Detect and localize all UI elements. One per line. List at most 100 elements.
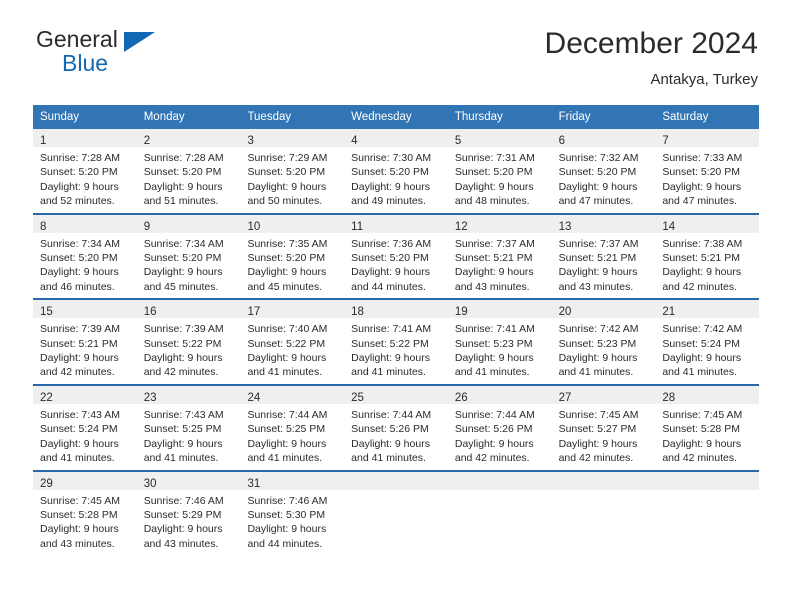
day-cell[interactable]: 17 Sunrise: 7:40 AM Sunset: 5:22 PM Dayl…: [240, 300, 345, 384]
daylight-text-line1: Daylight: 9 hours: [143, 437, 223, 450]
sunset-text: Sunset: 5:22 PM: [247, 337, 326, 350]
daylight-text-line1: Daylight: 9 hours: [247, 352, 327, 365]
daylight-text-line2: and 42 minutes.: [558, 452, 634, 465]
day-number: 16: [143, 306, 157, 319]
day-cell[interactable]: 6 Sunrise: 7:32 AM Sunset: 5:20 PM Dayli…: [551, 129, 656, 213]
day-number: 5: [454, 135, 462, 147]
day-number-band: 23: [136, 385, 241, 404]
day-cell[interactable]: 4 Sunrise: 7:30 AM Sunset: 5:20 PM Dayli…: [344, 129, 448, 213]
day-cell[interactable]: 10 Sunrise: 7:35 AM Sunset: 5:20 PM Dayl…: [240, 214, 345, 299]
day-cell[interactable]: 16 Sunrise: 7:39 AM Sunset: 5:22 PM Dayl…: [136, 300, 241, 384]
day-cell[interactable]: 9 Sunrise: 7:34 AM Sunset: 5:20 PM Dayli…: [136, 214, 241, 299]
day-cell[interactable]: 8 Sunrise: 7:34 AM Sunset: 5:20 PM Dayli…: [33, 214, 137, 299]
sunrise-text: Sunrise: 7:45 AM: [558, 408, 639, 421]
daylight-text-line2: and 43 minutes.: [143, 537, 219, 550]
day-number: 29: [40, 477, 53, 490]
day-cell[interactable]: 29 Sunrise: 7:45 AM Sunset: 5:28 PM Dayl…: [33, 471, 137, 556]
daylight-text-line2: and 44 minutes.: [351, 280, 426, 293]
day-number-band: 21: [655, 300, 760, 319]
day-cell[interactable]: 31 Sunrise: 7:46 AM Sunset: 5:30 PM Dayl…: [240, 471, 345, 556]
daylight-text-line1: Daylight: 9 hours: [247, 266, 327, 279]
day-details: Sunrise: 7:36 AM Sunset: 5:20 PM Dayligh…: [344, 233, 448, 299]
day-number-band: 13: [551, 214, 656, 233]
day-number-band: [655, 471, 760, 490]
day-number: 10: [247, 220, 261, 233]
day-cell[interactable]: 3 Sunrise: 7:29 AM Sunset: 5:20 PM Dayli…: [240, 129, 345, 213]
day-cell[interactable]: 25 Sunrise: 7:44 AM Sunset: 5:26 PM Dayl…: [344, 385, 448, 470]
daylight-text-line1: Daylight: 9 hours: [40, 266, 119, 279]
day-details: Sunrise: 7:42 AM Sunset: 5:24 PM Dayligh…: [655, 318, 759, 384]
sunset-text: Sunset: 5:20 PM: [662, 166, 740, 179]
daylight-text-line2: and 45 minutes.: [247, 280, 323, 293]
sunset-text: Sunset: 5:20 PM: [247, 166, 326, 179]
day-details: Sunrise: 7:44 AM Sunset: 5:25 PM Dayligh…: [240, 404, 344, 470]
day-details: Sunrise: 7:37 AM Sunset: 5:21 PM Dayligh…: [448, 233, 552, 299]
sunrise-text: Sunrise: 7:45 AM: [40, 494, 120, 507]
day-details: [655, 490, 759, 548]
daylight-text-line1: Daylight: 9 hours: [351, 437, 430, 450]
daylight-text-line1: Daylight: 9 hours: [351, 352, 430, 365]
day-number-band: 30: [136, 471, 241, 490]
day-cell[interactable]: 13 Sunrise: 7:37 AM Sunset: 5:21 PM Dayl…: [551, 214, 656, 299]
sunrise-text: Sunrise: 7:36 AM: [351, 237, 432, 250]
day-cell[interactable]: 28 Sunrise: 7:45 AM Sunset: 5:28 PM Dayl…: [655, 385, 760, 470]
daylight-text-line1: Daylight: 9 hours: [454, 437, 534, 450]
daylight-text-line1: Daylight: 9 hours: [143, 180, 223, 193]
day-cell[interactable]: 22 Sunrise: 7:43 AM Sunset: 5:24 PM Dayl…: [33, 385, 137, 470]
daylight-text-line2: and 44 minutes.: [247, 537, 323, 550]
sunrise-text: Sunrise: 7:28 AM: [40, 152, 120, 164]
day-cell[interactable]: 30 Sunrise: 7:46 AM Sunset: 5:29 PM Dayl…: [136, 471, 241, 556]
day-number: 3: [247, 135, 254, 147]
day-cell[interactable]: 7 Sunrise: 7:33 AM Sunset: 5:20 PM Dayli…: [655, 129, 760, 213]
daylight-text-line1: Daylight: 9 hours: [143, 523, 223, 536]
day-cell[interactable]: 2 Sunrise: 7:28 AM Sunset: 5:20 PM Dayli…: [136, 129, 241, 213]
daylight-text-line2: and 41 minutes.: [454, 366, 530, 379]
day-cell[interactable]: 21 Sunrise: 7:42 AM Sunset: 5:24 PM Dayl…: [655, 300, 760, 384]
sunset-text: Sunset: 5:21 PM: [454, 252, 533, 265]
daylight-text-line2: and 42 minutes.: [454, 452, 530, 465]
day-cell[interactable]: 15 Sunrise: 7:39 AM Sunset: 5:21 PM Dayl…: [33, 300, 137, 384]
day-cell[interactable]: 26 Sunrise: 7:44 AM Sunset: 5:26 PM Dayl…: [447, 385, 552, 470]
sunset-text: Sunset: 5:24 PM: [40, 423, 118, 436]
daylight-text-line1: Daylight: 9 hours: [143, 352, 223, 365]
sunrise-text: Sunrise: 7:41 AM: [351, 323, 432, 336]
sunset-text: Sunset: 5:22 PM: [351, 337, 429, 350]
day-number: 8: [40, 220, 47, 233]
day-cell[interactable]: 23 Sunrise: 7:43 AM Sunset: 5:25 PM Dayl…: [136, 385, 241, 470]
day-number-band: 6: [551, 129, 656, 147]
daylight-text-line1: Daylight: 9 hours: [40, 437, 119, 450]
weekday-header-tuesday: Tuesday: [247, 111, 292, 123]
sunset-text: Sunset: 5:20 PM: [40, 252, 118, 265]
day-cell[interactable]: 27 Sunrise: 7:45 AM Sunset: 5:27 PM Dayl…: [551, 385, 656, 470]
brand-logo[interactable]: General Blue: [33, 26, 253, 88]
daylight-text-line2: and 41 minutes.: [351, 366, 426, 379]
sunrise-text: Sunrise: 7:46 AM: [143, 494, 224, 507]
day-cell[interactable]: 18 Sunrise: 7:41 AM Sunset: 5:22 PM Dayl…: [344, 300, 448, 384]
daylight-text-line2: and 42 minutes.: [662, 452, 738, 465]
weekday-header-sunday: Sunday: [40, 111, 80, 123]
week-row: 15 Sunrise: 7:39 AM Sunset: 5:21 PM Dayl…: [33, 298, 760, 384]
day-number-band: 22: [33, 385, 137, 404]
day-details: Sunrise: 7:43 AM Sunset: 5:25 PM Dayligh…: [137, 404, 241, 470]
day-cell[interactable]: 12 Sunrise: 7:37 AM Sunset: 5:21 PM Dayl…: [447, 214, 552, 299]
day-cell[interactable]: 14 Sunrise: 7:38 AM Sunset: 5:21 PM Dayl…: [655, 214, 760, 299]
daylight-text-line1: Daylight: 9 hours: [454, 266, 534, 279]
day-cell[interactable]: 5 Sunrise: 7:31 AM Sunset: 5:20 PM Dayli…: [447, 129, 552, 213]
day-cell[interactable]: 24 Sunrise: 7:44 AM Sunset: 5:25 PM Dayl…: [240, 385, 345, 470]
day-number: 1: [40, 135, 47, 147]
day-cell[interactable]: 1 Sunrise: 7:28 AM Sunset: 5:20 PM Dayli…: [33, 129, 137, 213]
day-number-band: 18: [344, 300, 448, 319]
day-details: Sunrise: 7:28 AM Sunset: 5:20 PM Dayligh…: [137, 147, 241, 213]
day-details: Sunrise: 7:39 AM Sunset: 5:22 PM Dayligh…: [137, 318, 241, 384]
sunset-text: Sunset: 5:26 PM: [351, 423, 429, 436]
day-cell[interactable]: 11 Sunrise: 7:36 AM Sunset: 5:20 PM Dayl…: [344, 214, 448, 299]
daylight-text-line1: Daylight: 9 hours: [558, 437, 638, 450]
week-row: 22 Sunrise: 7:43 AM Sunset: 5:24 PM Dayl…: [33, 383, 760, 470]
day-cell[interactable]: 20 Sunrise: 7:42 AM Sunset: 5:23 PM Dayl…: [551, 300, 656, 384]
weekday-header-saturday: Saturday: [662, 111, 709, 123]
sunset-text: Sunset: 5:20 PM: [143, 166, 222, 179]
day-details: Sunrise: 7:43 AM Sunset: 5:24 PM Dayligh…: [33, 404, 137, 470]
day-cell[interactable]: 19 Sunrise: 7:41 AM Sunset: 5:23 PM Dayl…: [447, 300, 552, 384]
sunset-text: Sunset: 5:20 PM: [558, 166, 637, 179]
day-number: 22: [40, 391, 53, 404]
